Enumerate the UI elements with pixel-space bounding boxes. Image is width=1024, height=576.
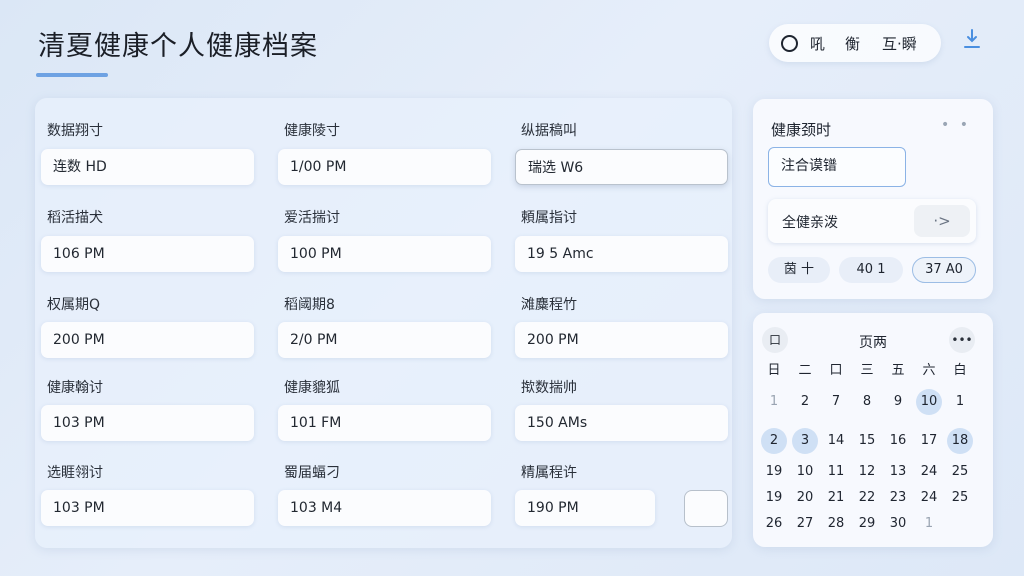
field-label: 数据翔寸: [47, 123, 103, 139]
calendar-day[interactable]: 2: [792, 389, 818, 415]
calendar-weekday: 口: [829, 363, 843, 378]
calendar-day[interactable]: 1: [947, 389, 973, 415]
calendar-day[interactable]: 27: [792, 511, 818, 537]
side-card: 健康颈时 • • 注合谟镨 全健亲泼 ·> 茵 十 40 1 37 A0: [753, 99, 993, 299]
calendar-day[interactable]: 12: [854, 459, 880, 485]
field-input[interactable]: 150 AMs: [515, 405, 728, 441]
calendar-weekday: 五: [891, 363, 905, 378]
side-select-button[interactable]: ·>: [914, 205, 970, 237]
calendar-day[interactable]: 25: [947, 459, 973, 485]
field-input[interactable]: 190 PM: [515, 490, 655, 526]
download-icon[interactable]: [958, 28, 986, 56]
calendar-weekday: 二: [798, 363, 812, 378]
page-title: 清夏健康个人健康档案: [38, 31, 318, 62]
field-label: 健康貔狐: [284, 380, 340, 396]
field-input[interactable]: 19 5 Amc: [515, 236, 728, 272]
calendar-weekday: 三: [860, 363, 874, 378]
field-label: 健康陵寸: [284, 123, 340, 139]
chip-1[interactable]: 茵 十: [768, 257, 830, 283]
field-label: 滩麋程竹: [521, 297, 577, 313]
chip-3[interactable]: 37 A0: [912, 257, 976, 283]
calendar-day[interactable]: 16: [885, 428, 911, 454]
calendar-day[interactable]: 7: [823, 389, 849, 415]
calendar-day[interactable]: 10: [792, 459, 818, 485]
calendar-day[interactable]: 29: [854, 511, 880, 537]
calendar-day[interactable]: 11: [823, 459, 849, 485]
toolbar-item-1[interactable]: 吼: [810, 33, 825, 54]
calendar-day[interactable]: 1: [761, 389, 787, 415]
calendar-day[interactable]: 23: [885, 485, 911, 511]
side-input[interactable]: 注合谟镨: [768, 147, 906, 187]
calendar-day[interactable]: 8: [854, 389, 880, 415]
calendar-next-button[interactable]: •••: [949, 327, 975, 353]
calendar-day[interactable]: 19: [761, 485, 787, 511]
field-input[interactable]: 106 PM: [41, 236, 254, 272]
field-input[interactable]: 200 PM: [41, 322, 254, 358]
calendar-day[interactable]: 15: [854, 428, 880, 454]
field-label: 权属期Q: [47, 297, 101, 313]
calendar: 口 页两 ••• 日二口三五六白 1 2 7 8 9 10 1 2 3 14 15 16 17 18 19 10…: [753, 313, 993, 547]
calendar-day[interactable]: 18: [947, 428, 973, 454]
calendar-day[interactable]: 24: [916, 485, 942, 511]
chip-2[interactable]: 40 1: [839, 257, 903, 283]
field-input[interactable]: 101 FM: [278, 405, 491, 441]
toolbar-pill: 吼 衡 互·瞬: [769, 24, 941, 62]
calendar-day[interactable]: 24: [916, 459, 942, 485]
field-label: 选睚翎讨: [47, 465, 103, 481]
calendar-day[interactable]: 19: [761, 459, 787, 485]
field-label: 揿数揣帅: [521, 380, 577, 396]
field-input[interactable]: 2/0 PM: [278, 322, 491, 358]
checkbox[interactable]: [684, 490, 728, 527]
calendar-weekday: 白: [953, 363, 967, 378]
calendar-day[interactable]: 25: [947, 485, 973, 511]
side-select-label: 全健亲泼: [782, 215, 838, 231]
field-input[interactable]: 200 PM: [515, 322, 728, 358]
calendar-weekday: 日: [767, 363, 781, 378]
field-label: 健康翰讨: [47, 380, 103, 396]
field-input[interactable]: 1/00 PM: [278, 149, 491, 185]
toolbar-item-3[interactable]: 互·瞬: [882, 33, 917, 54]
calendar-day[interactable]: 17: [916, 428, 942, 454]
field-label: 稻活描犬: [47, 210, 103, 226]
side-card-title: 健康颈时: [771, 121, 832, 139]
calendar-day[interactable]: 14: [823, 428, 849, 454]
more-icon[interactable]: • •: [941, 117, 971, 133]
calendar-day[interactable]: 2: [761, 428, 787, 454]
side-select[interactable]: 全健亲泼 ·>: [768, 199, 976, 243]
calendar-day[interactable]: 9: [885, 389, 911, 415]
calendar-day[interactable]: 28: [823, 511, 849, 537]
field-input[interactable]: 103 M4: [278, 490, 491, 526]
calendar-day[interactable]: 26: [761, 511, 787, 537]
field-label: 蜀届蝠刁: [284, 465, 340, 481]
calendar-day[interactable]: 1: [916, 511, 942, 537]
toolbar-item-2[interactable]: 衡: [845, 33, 860, 54]
calendar-day[interactable]: 21: [823, 485, 849, 511]
calendar-day[interactable]: 3: [792, 428, 818, 454]
calendar-day[interactable]: 22: [854, 485, 880, 511]
field-input[interactable]: 103 PM: [41, 490, 254, 526]
field-input[interactable]: 100 PM: [278, 236, 491, 272]
field-input[interactable]: 103 PM: [41, 405, 254, 441]
field-label: 爱活揣讨: [284, 210, 340, 226]
calendar-day[interactable]: 30: [885, 511, 911, 537]
title-underline: [36, 73, 108, 77]
calendar-day[interactable]: 10: [916, 389, 942, 415]
calendar-weekday: 六: [922, 363, 936, 378]
field-label: 頼属指讨: [521, 210, 577, 226]
field-label: 精属程许: [521, 465, 577, 481]
circle-icon[interactable]: [781, 34, 798, 52]
field-label: 纵据稿叫: [521, 123, 577, 139]
field-input[interactable]: 瑞选 W6: [515, 149, 728, 185]
calendar-day[interactable]: 13: [885, 459, 911, 485]
field-input[interactable]: 连数 HD: [41, 149, 254, 185]
calendar-day[interactable]: 20: [792, 485, 818, 511]
field-label: 稻阈期8: [284, 297, 335, 313]
